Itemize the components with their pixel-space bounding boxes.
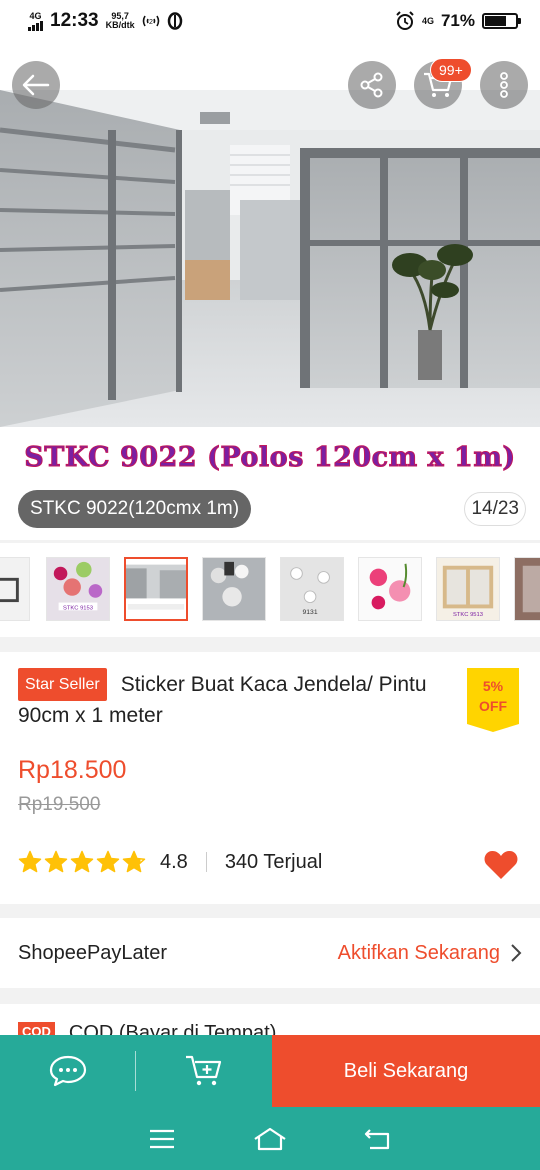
- variant-label: STKC 9022(120cmx 1m): [18, 490, 252, 528]
- sold-count: 340 Terjual: [224, 850, 323, 873]
- chat-icon: [49, 1055, 87, 1087]
- product-title: Star Seller Sticker Buat Kaca Jendela/ Pi…: [18, 668, 443, 730]
- home-icon[interactable]: [252, 1126, 288, 1152]
- paylater-action-label: Aktifkan Sekarang: [337, 941, 500, 964]
- battery-percent: 71%: [440, 11, 475, 30]
- star-icon: [96, 850, 120, 873]
- status-left: 4G 12:33 95,7 KB/dtk 2: [28, 10, 183, 32]
- clock: 12:33: [50, 10, 99, 31]
- status-right: 4G 71%: [395, 11, 521, 31]
- signal-indicator: 4G: [28, 10, 43, 31]
- star-icon: [70, 850, 94, 873]
- share-button[interactable]: [348, 61, 396, 109]
- system-nav-bar: [0, 1107, 540, 1170]
- data-saver-icon: [167, 12, 182, 30]
- price: Rp18.500: [18, 756, 127, 784]
- chevron-right-icon: [511, 944, 522, 962]
- status-bar: 4G 12:33 95,7 KB/dtk 2 4G 71%: [0, 0, 540, 42]
- paylater-label: ShopeePayLater: [18, 941, 168, 964]
- battery-icon: [482, 13, 521, 29]
- share-icon: [360, 72, 383, 98]
- bottom-action-bar: Beli Sekarang: [0, 1035, 540, 1107]
- signal-icon: [28, 20, 43, 31]
- network-type-right: 4G: [421, 15, 434, 26]
- star-icon: [44, 850, 68, 873]
- svg-text:9131: 9131: [303, 609, 318, 616]
- divider: [205, 852, 207, 872]
- svg-text:STKC 9513: STKC 9513: [453, 612, 483, 618]
- thumb-3[interactable]: [124, 557, 188, 621]
- menu-icon[interactable]: [148, 1128, 176, 1150]
- svg-text:STKC 9153: STKC 9153: [63, 605, 93, 611]
- back-icon: [22, 74, 50, 96]
- image-page-counter: 14/23: [464, 492, 526, 526]
- star-icon: [122, 850, 146, 873]
- heart-icon: [484, 851, 518, 879]
- thumb-2[interactable]: STKC 9153: [46, 557, 110, 621]
- thumb-4[interactable]: [202, 557, 266, 621]
- add-to-cart-icon: [186, 1055, 222, 1086]
- network-speed: 95,7 KB/dtk: [106, 12, 135, 30]
- screen: 4G 12:33 95,7 KB/dtk 2 4G 71% STKC 9022 …: [0, 0, 540, 1170]
- original-price: Rp19.500: [18, 794, 101, 815]
- paylater-action[interactable]: Aktifkan Sekarang: [338, 942, 522, 965]
- speed-unit: KB/dtk: [105, 20, 135, 30]
- battery-fill: [485, 16, 507, 26]
- rating-stars: [18, 850, 146, 874]
- rating-value: 4.8: [160, 850, 188, 873]
- thumb-1[interactable]: [0, 557, 30, 621]
- thumb-5[interactable]: 9131: [280, 557, 344, 621]
- image-caption: STKC 9022 (Polos 120cm x 1m): [24, 442, 516, 474]
- thumb-6[interactable]: [358, 557, 422, 621]
- back-button[interactable]: [12, 61, 60, 109]
- svg-text:2: 2: [149, 19, 153, 26]
- product-info-card: Star Seller Sticker Buat Kaca Jendela/ Pi…: [0, 652, 540, 904]
- paylater-row[interactable]: ShopeePayLater Aktifkan Sekarang: [0, 918, 540, 988]
- back-nav-icon[interactable]: [364, 1128, 392, 1150]
- discount-percent: 5%: [482, 678, 504, 694]
- more-icon: [500, 72, 508, 98]
- product-photo: [0, 90, 540, 427]
- thumb-8[interactable]: [514, 557, 540, 621]
- more-button[interactable]: [480, 61, 528, 109]
- discount-off: OFF: [479, 698, 507, 714]
- thumbnail-strip[interactable]: STKC 9153 9131 STKC 9513: [0, 543, 540, 637]
- product-gallery[interactable]: STKC 9022 (Polos 120cm x 1m) 99+ STKC 90…: [0, 42, 540, 540]
- cart-count-badge: 99+: [430, 58, 472, 82]
- hotspot-icon: 2: [142, 15, 159, 27]
- network-type: 4G: [29, 10, 42, 21]
- star-seller-badge: Star Seller: [18, 668, 107, 701]
- thumb-7[interactable]: STKC 9513: [436, 557, 500, 621]
- chat-button[interactable]: [0, 1035, 136, 1107]
- rating-row[interactable]: 4.8 340 Terjual: [18, 850, 322, 874]
- buy-now-button[interactable]: Beli Sekarang: [272, 1035, 540, 1107]
- star-icon: [18, 850, 42, 873]
- favorite-button[interactable]: [484, 850, 518, 885]
- discount-badge: 5% OFF: [467, 668, 519, 732]
- add-to-cart-button[interactable]: [136, 1035, 272, 1107]
- alarm-icon: [396, 11, 414, 30]
